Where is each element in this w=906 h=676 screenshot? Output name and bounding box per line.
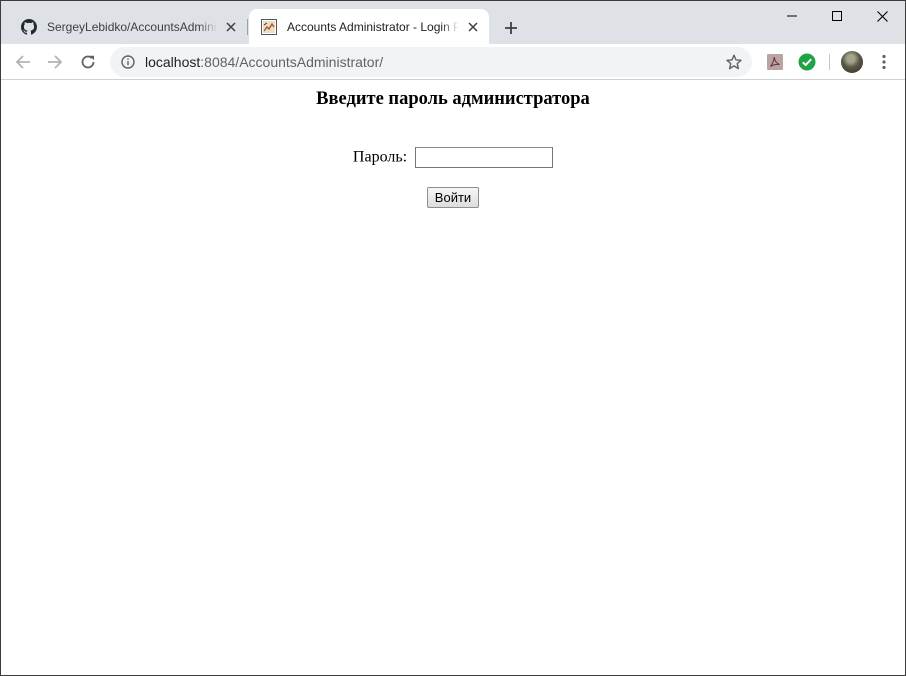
url-host: localhost	[145, 54, 201, 70]
tab-separator	[247, 19, 248, 35]
check-extension-icon[interactable]	[797, 52, 817, 72]
submit-row: Войти	[1, 187, 905, 208]
tab-login[interactable]: Accounts Administrator - Login P	[249, 9, 489, 44]
tab-github[interactable]: SergeyLebidko/AccountsAdminis	[11, 9, 247, 44]
tab-title: Accounts Administrator - Login P	[287, 19, 459, 34]
reload-icon[interactable]	[76, 50, 100, 74]
password-label: Пароль:	[352, 148, 408, 166]
address-bar[interactable]: localhost:8084/AccountsAdministrator/	[110, 47, 752, 77]
maximize-icon[interactable]	[814, 1, 860, 31]
more-menu-icon[interactable]	[874, 52, 894, 72]
close-tab-icon[interactable]	[463, 17, 483, 37]
toolbar-separator	[829, 54, 830, 70]
new-tab-icon[interactable]	[499, 16, 523, 40]
bookmark-star-icon[interactable]	[724, 52, 744, 72]
password-input[interactable]	[415, 147, 554, 168]
url-text: localhost:8084/AccountsAdministrator/	[145, 54, 383, 70]
site-info-icon[interactable]	[120, 54, 136, 70]
close-tab-icon[interactable]	[221, 17, 241, 37]
tab-strip: SergeyLebidko/AccountsAdminis Accounts A…	[1, 1, 905, 44]
minimize-icon[interactable]	[769, 1, 815, 31]
login-button[interactable]: Войти	[426, 187, 480, 208]
forward-arrow-icon[interactable]	[43, 50, 67, 74]
back-arrow-icon[interactable]	[11, 50, 35, 74]
page-content: Введите пароль администратора Пароль: Во…	[1, 81, 905, 675]
url-path: :8084/AccountsAdministrator/	[200, 54, 384, 70]
password-row: Пароль:	[1, 147, 905, 168]
page-title: Введите пароль администратора	[316, 89, 590, 109]
pdf-extension-icon[interactable]	[765, 52, 785, 72]
browser-toolbar: localhost:8084/AccountsAdministrator/	[1, 44, 905, 80]
window-close-icon[interactable]	[859, 1, 905, 31]
github-icon	[21, 18, 37, 35]
browser-window: SergeyLebidko/AccountsAdminis Accounts A…	[0, 0, 906, 676]
site-favicon-icon	[261, 18, 277, 35]
profile-avatar[interactable]	[841, 51, 863, 73]
tab-title: SergeyLebidko/AccountsAdminis	[47, 19, 217, 34]
